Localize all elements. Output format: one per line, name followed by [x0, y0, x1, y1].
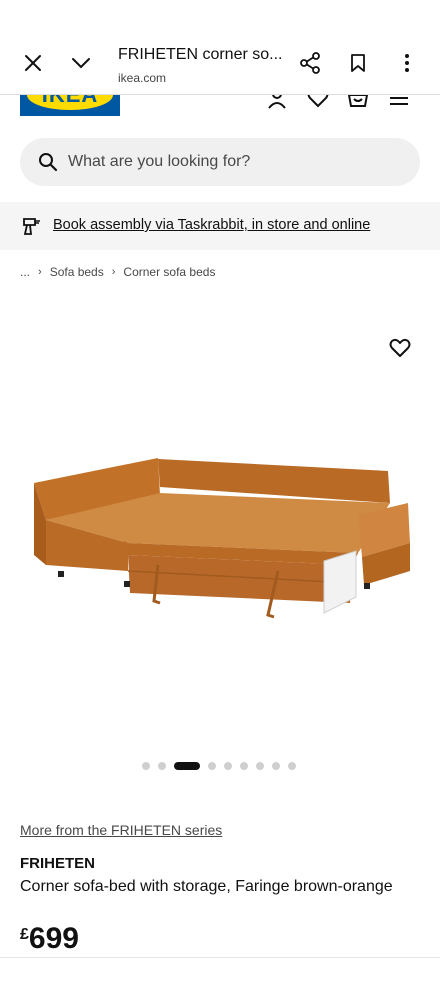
heart-icon [389, 338, 411, 357]
carousel-dot[interactable] [224, 762, 232, 770]
search-input[interactable] [68, 138, 398, 186]
assembly-link[interactable]: Book assembly via Taskrabbit, in store a… [53, 217, 370, 233]
browser-toolbar: FRIHETEN corner so... ikea.com [0, 30, 440, 94]
close-icon[interactable] [22, 52, 44, 74]
series-link[interactable]: More from the FRIHETEN series [20, 822, 222, 838]
product-name: FRIHETEN [20, 855, 95, 872]
carousel-dot[interactable] [256, 762, 264, 770]
browser-url[interactable]: ikea.com [118, 71, 166, 85]
logo-text: IKEA [27, 95, 113, 110]
carousel-dot-active[interactable] [174, 762, 200, 770]
more-vertical-icon[interactable] [396, 52, 418, 74]
site-header: IKEA [0, 95, 440, 121]
image-carousel-dots [142, 762, 304, 770]
product-price: £ 699 [20, 922, 79, 956]
divider [0, 957, 440, 958]
breadcrumb: ... › Sofa beds › Corner sofa beds [20, 265, 215, 279]
price-currency: £ [20, 926, 29, 943]
browser-page-title: FRIHETEN corner so... [118, 46, 283, 63]
account-icon[interactable] [266, 95, 288, 109]
search-icon [38, 152, 58, 172]
share-icon[interactable] [299, 52, 321, 74]
carousel-dot[interactable] [208, 762, 216, 770]
carousel-dot[interactable] [272, 762, 280, 770]
assembly-banner[interactable]: Book assembly via Taskrabbit, in store a… [0, 202, 440, 250]
favourite-button[interactable] [388, 336, 412, 360]
bookmark-icon[interactable] [347, 52, 369, 74]
chevron-right-icon: › [111, 266, 116, 278]
carousel-dot[interactable] [240, 762, 248, 770]
carousel-dot[interactable] [158, 762, 166, 770]
carousel-dot[interactable] [288, 762, 296, 770]
chevron-right-icon: › [38, 266, 42, 278]
breadcrumb-ellipsis[interactable]: ... [20, 265, 30, 279]
price-value: 699 [28, 922, 79, 955]
ikea-logo[interactable]: IKEA [20, 95, 120, 116]
basket-icon[interactable] [347, 95, 369, 109]
drill-icon [22, 216, 42, 236]
search-bar[interactable] [20, 138, 420, 186]
menu-icon[interactable] [389, 95, 411, 109]
chevron-down-icon[interactable] [70, 52, 92, 74]
product-description: Corner sofa-bed with storage, Faringe br… [20, 878, 393, 895]
product-image[interactable] [28, 445, 418, 625]
carousel-dot[interactable] [142, 762, 150, 770]
breadcrumb-item-sofa-beds[interactable]: Sofa beds [50, 265, 104, 279]
heart-icon[interactable] [307, 95, 329, 109]
breadcrumb-item-corner-sofa-beds[interactable]: Corner sofa beds [123, 265, 215, 279]
